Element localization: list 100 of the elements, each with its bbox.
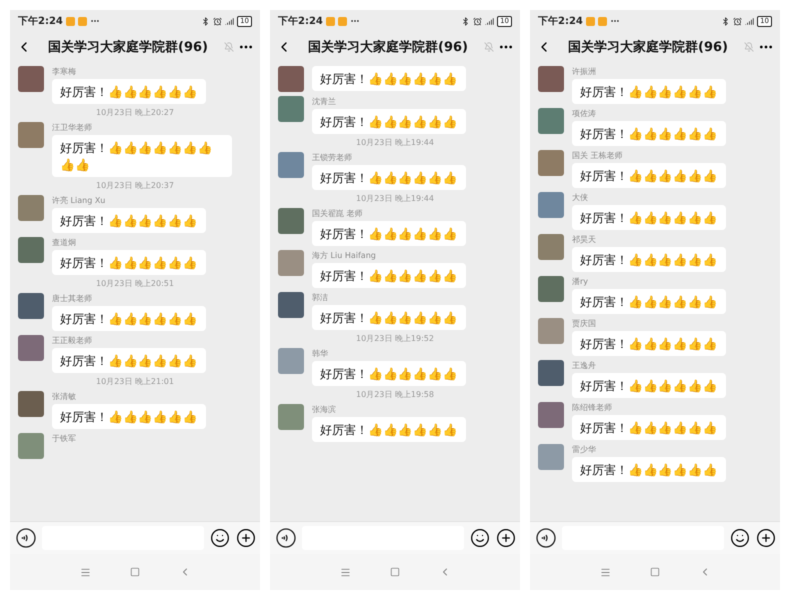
message-text: 好厉害！👍👍👍👍👍👍 [60, 312, 198, 326]
voice-icon[interactable] [536, 528, 556, 548]
timestamp: 10月23日 晚上19:58 [356, 390, 434, 400]
timestamp: 10月23日 晚上19:44 [356, 138, 434, 148]
alarm-icon [473, 16, 482, 26]
avatar-placeholder[interactable] [538, 150, 564, 176]
message-text: 好厉害！👍👍👍👍👍👍 [320, 269, 458, 283]
alarm-icon [213, 16, 222, 26]
chat-title: 国关学习大家庭学院群(96) [567, 38, 729, 56]
home-icon[interactable] [390, 567, 400, 577]
message-text: 好厉害！👍👍👍👍👍👍 [60, 354, 198, 368]
avatar-placeholder[interactable] [18, 293, 44, 319]
chat-title: 国关学习大家庭学院群(96) [307, 38, 469, 56]
plus-icon[interactable] [236, 528, 256, 548]
bluetooth-icon [461, 16, 470, 26]
sender-name: 祁昊天 [572, 234, 596, 245]
avatar-placeholder[interactable] [538, 402, 564, 428]
mute-icon [744, 42, 754, 52]
message-text: 好厉害！👍👍👍👍👍👍 [60, 410, 198, 424]
plus-icon[interactable] [756, 528, 776, 548]
avatar-placeholder[interactable] [278, 404, 304, 430]
sender-name: 国关翟崑 老师 [312, 208, 363, 219]
sender-name: 王逸舟 [572, 360, 596, 371]
sender-name: 韩华 [312, 348, 328, 359]
avatar-placeholder[interactable] [278, 348, 304, 374]
message-text: 好厉害！👍👍👍👍👍👍 [580, 85, 718, 99]
chat-title: 国关学习大家庭学院群(96) [47, 38, 209, 56]
menu-icon[interactable] [80, 566, 90, 578]
menu-icon[interactable] [600, 566, 610, 578]
sender-name: 张清敏 [52, 391, 76, 402]
sender-name: 许振洲 [572, 66, 596, 77]
sender-name: 王锁劳老师 [312, 152, 352, 163]
avatar-placeholder[interactable] [18, 391, 44, 417]
avatar-placeholder[interactable] [278, 152, 304, 178]
timestamp: 10月23日 晚上20:37 [96, 181, 174, 191]
emoji-icon[interactable] [730, 528, 750, 548]
avatar-placeholder[interactable] [278, 292, 304, 318]
sender-name: 于铁军 [52, 433, 76, 444]
timestamp: 10月23日 晚上20:51 [96, 279, 174, 289]
mute-icon [484, 42, 494, 52]
avatar-placeholder[interactable] [278, 66, 304, 92]
sender-name: 唐士其老师 [52, 293, 92, 304]
avatar-placeholder[interactable] [18, 66, 44, 92]
home-icon[interactable] [130, 567, 140, 577]
home-icon[interactable] [650, 567, 660, 577]
avatar-placeholder[interactable] [278, 96, 304, 122]
sender-name: 王正毅老师 [52, 335, 92, 346]
sender-name: 陈绍锋老师 [572, 402, 612, 413]
sender-name: 贾庆国 [572, 318, 596, 329]
bluetooth-icon [721, 16, 730, 26]
sender-name: 许亮 Liang Xu [52, 195, 106, 206]
sender-name: 海方 Liu Haifang [312, 250, 376, 261]
message-text: 好厉害！👍👍👍👍👍👍 [580, 169, 718, 183]
plus-icon[interactable] [496, 528, 516, 548]
avatar-placeholder[interactable] [538, 318, 564, 344]
timestamp: 10月23日 晚上19:52 [356, 334, 434, 344]
signal-icon [485, 16, 494, 26]
avatar-placeholder[interactable] [538, 108, 564, 134]
menu-icon[interactable] [340, 566, 350, 578]
sender-name: 雷少华 [572, 444, 596, 455]
message-text: 好厉害！👍👍👍👍👍👍 [580, 253, 718, 267]
sender-name: 项佐涛 [572, 108, 596, 119]
avatar-placeholder[interactable] [538, 66, 564, 92]
timestamp: 10月23日 晚上21:01 [96, 377, 174, 387]
avatar-placeholder[interactable] [538, 192, 564, 218]
message-text: 好厉害！👍👍👍👍👍👍 [320, 72, 458, 86]
message-text: 好厉害！👍👍👍👍👍👍 [60, 214, 198, 228]
sender-name: 沈青兰 [312, 96, 336, 107]
emoji-icon[interactable] [470, 528, 490, 548]
signal-icon [225, 16, 234, 26]
message-text: 好厉害！👍👍👍👍👍👍 [580, 295, 718, 309]
voice-icon[interactable] [276, 528, 296, 548]
sender-name: 查道炯 [52, 237, 76, 248]
avatar-placeholder[interactable] [278, 250, 304, 276]
message-text: 好厉害！👍👍👍👍👍👍 [60, 256, 198, 270]
avatar-placeholder[interactable] [538, 276, 564, 302]
avatar-placeholder[interactable] [18, 237, 44, 263]
status-time: 下午2:24 [18, 14, 63, 28]
message-text: 好厉害！👍👍👍👍👍👍 [320, 171, 458, 185]
avatar-placeholder[interactable] [18, 335, 44, 361]
sender-name: 大侠 [572, 192, 588, 203]
signal-icon [745, 16, 754, 26]
avatar-placeholder[interactable] [278, 208, 304, 234]
sender-name: 张海滨 [312, 404, 336, 415]
message-text: 好厉害！👍👍👍👍👍👍 [580, 211, 718, 225]
emoji-icon[interactable] [210, 528, 230, 548]
avatar-placeholder[interactable] [538, 234, 564, 260]
message-text: 好厉害！👍👍👍👍👍👍 [580, 127, 718, 141]
message-text: 好厉害！👍👍👍👍👍👍 [580, 421, 718, 435]
avatar-placeholder[interactable] [538, 444, 564, 470]
message-text: 好厉害！👍👍👍👍👍👍 [320, 423, 458, 437]
alarm-icon [733, 16, 742, 26]
avatar-placeholder[interactable] [18, 195, 44, 221]
avatar-placeholder[interactable] [18, 122, 44, 148]
message-text: 好厉害！👍👍👍👍👍👍👍👍👍 [60, 141, 213, 172]
timestamp: 10月23日 晚上20:27 [96, 108, 174, 118]
avatar-placeholder[interactable] [538, 360, 564, 386]
message-text: 好厉害！👍👍👍👍👍👍 [60, 85, 198, 99]
voice-icon[interactable] [16, 528, 36, 548]
avatar-placeholder[interactable] [18, 433, 44, 459]
